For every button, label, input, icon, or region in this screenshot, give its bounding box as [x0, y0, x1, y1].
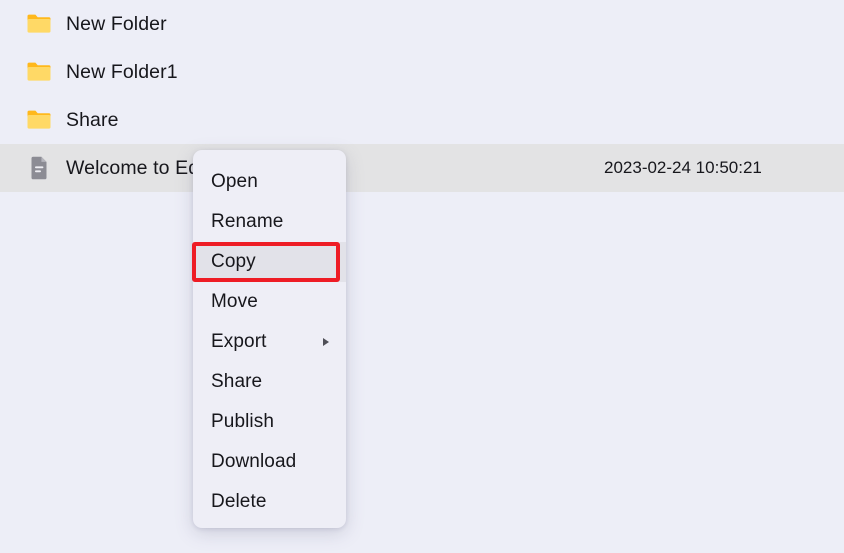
file-row-date: 2023-02-24 10:50:21: [604, 158, 762, 177]
menu-item-label: Export: [211, 331, 267, 352]
chevron-right-icon: [323, 338, 329, 346]
file-row[interactable]: New Folder1: [0, 48, 844, 96]
menu-item-label: Open: [211, 171, 258, 192]
menu-item-share[interactable]: Share: [193, 362, 346, 402]
menu-item-open[interactable]: Open: [193, 162, 346, 202]
menu-item-download[interactable]: Download: [193, 442, 346, 482]
menu-item-label: Rename: [211, 211, 284, 232]
menu-item-move[interactable]: Move: [193, 282, 346, 322]
menu-item-label: Download: [211, 451, 297, 472]
menu-item-copy[interactable]: Copy: [193, 242, 346, 282]
file-row-name: Welcome to Edit: [66, 156, 210, 179]
file-list: New Folder New Folder1 Share Welcome to Edi…: [0, 0, 844, 192]
file-row[interactable]: New Folder: [0, 0, 844, 48]
menu-item-export[interactable]: Export: [193, 322, 346, 362]
menu-item-publish[interactable]: Publish: [193, 402, 346, 442]
menu-item-delete[interactable]: Delete: [193, 482, 346, 522]
menu-item-label: Publish: [211, 411, 275, 432]
file-row-selected[interactable]: Welcome to Edit 2023-02-24 10:50:21: [0, 144, 844, 192]
menu-item-label: Move: [211, 291, 258, 312]
file-row[interactable]: Share: [0, 96, 844, 144]
file-icon: [31, 156, 47, 180]
folder-icon: [27, 14, 51, 33]
file-row-name: New Folder: [66, 12, 167, 35]
menu-item-label: Copy: [211, 251, 256, 272]
menu-item-label: Delete: [211, 491, 267, 512]
folder-icon: [27, 62, 51, 81]
file-row-name: Share: [66, 108, 119, 131]
menu-item-rename[interactable]: Rename: [193, 202, 346, 242]
folder-icon: [27, 110, 51, 129]
menu-item-label: Share: [211, 371, 263, 392]
file-row-name: New Folder1: [66, 60, 178, 83]
context-menu[interactable]: Open Rename Copy Move Export Share Publish Down…: [193, 150, 346, 528]
